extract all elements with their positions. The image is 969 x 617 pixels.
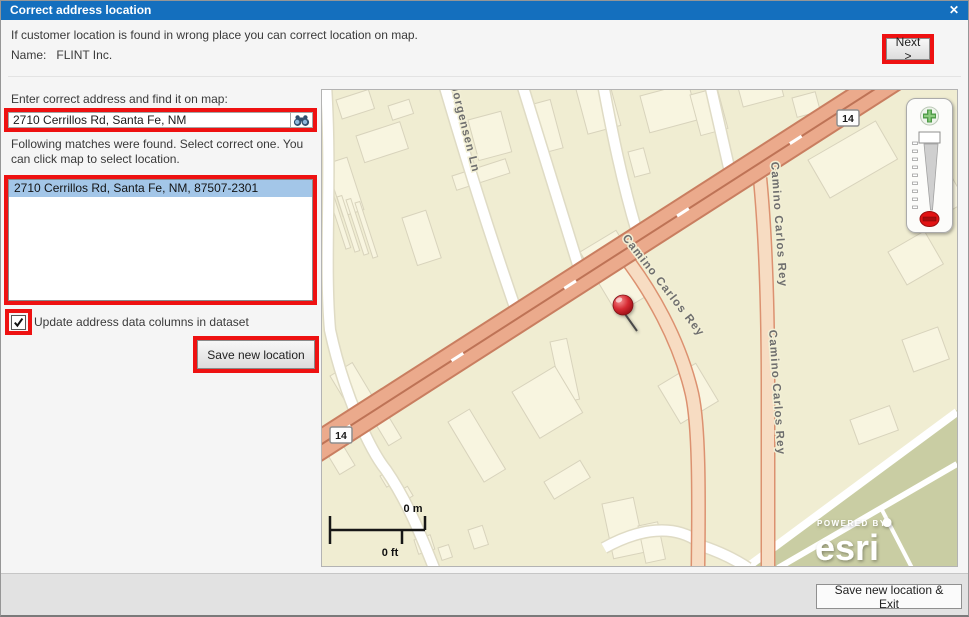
correct-address-dialog: Correct address location ✕ If customer l…	[0, 0, 969, 617]
zoom-in-button[interactable]	[921, 107, 939, 125]
match-item-selected[interactable]: 2710 Cerrillos Rd, Santa Fe, NM, 87507-2…	[9, 180, 312, 197]
matches-highlight: 2710 Cerrillos Rd, Santa Fe, NM, 87507-2…	[4, 175, 317, 305]
save-new-location-exit-button[interactable]: Save new location & Exit	[816, 584, 962, 609]
scale-feet: 0 ft	[382, 547, 399, 559]
minus-icon	[923, 217, 936, 221]
route-shield-14-south: 14	[330, 427, 352, 443]
map-canvas: Jorgensen Ln Camino Carlos Rey Camino Ca…	[322, 90, 957, 566]
save-new-location-button[interactable]: Save new location	[197, 340, 315, 369]
route-shield-14-north: 14	[837, 110, 859, 126]
update-columns-checkbox[interactable]	[11, 315, 26, 330]
next-highlight: Next >	[882, 34, 934, 64]
matches-hint: Following matches were found. Select cor…	[11, 137, 319, 167]
enter-address-label: Enter correct address and find it on map…	[11, 92, 228, 106]
svg-text:14: 14	[335, 430, 347, 442]
next-button[interactable]: Next >	[886, 38, 930, 60]
dialog-title: Correct address location	[10, 3, 151, 17]
name-label: Name:	[11, 48, 46, 62]
address-input[interactable]	[8, 112, 290, 128]
address-input-highlight	[4, 108, 317, 132]
zoom-ticks	[913, 142, 918, 209]
map-view[interactable]: Jorgensen Ln Camino Carlos Rey Camino Ca…	[321, 89, 958, 567]
zoom-out-button[interactable]	[920, 212, 939, 227]
name-value: FLINT Inc.	[56, 48, 112, 62]
svg-text:14: 14	[842, 113, 854, 125]
dialog-footer: Save new location & Exit	[1, 573, 968, 615]
esri-logo: esri	[815, 527, 879, 566]
esri-globe-icon	[883, 518, 892, 527]
dialog-titlebar[interactable]: Correct address location ✕	[1, 1, 968, 20]
close-icon[interactable]: ✕	[947, 1, 961, 20]
header-divider	[8, 76, 961, 77]
checkmark-icon	[13, 317, 24, 328]
binoculars-icon	[293, 114, 310, 127]
find-address-button[interactable]	[290, 112, 313, 128]
scale-meters: 0 m	[404, 503, 423, 515]
intro-text: If customer location is found in wrong p…	[11, 28, 418, 42]
checkbox-highlight	[5, 309, 32, 335]
name-row: Name: FLINT Inc.	[11, 48, 112, 62]
zoom-control[interactable]	[907, 99, 953, 233]
update-columns-label: Update address data columns in dataset	[34, 315, 249, 329]
matches-listbox[interactable]: 2710 Cerrillos Rd, Santa Fe, NM, 87507-2…	[8, 179, 313, 301]
zoom-slider-handle[interactable]	[919, 132, 940, 143]
save-highlight: Save new location	[193, 336, 319, 373]
